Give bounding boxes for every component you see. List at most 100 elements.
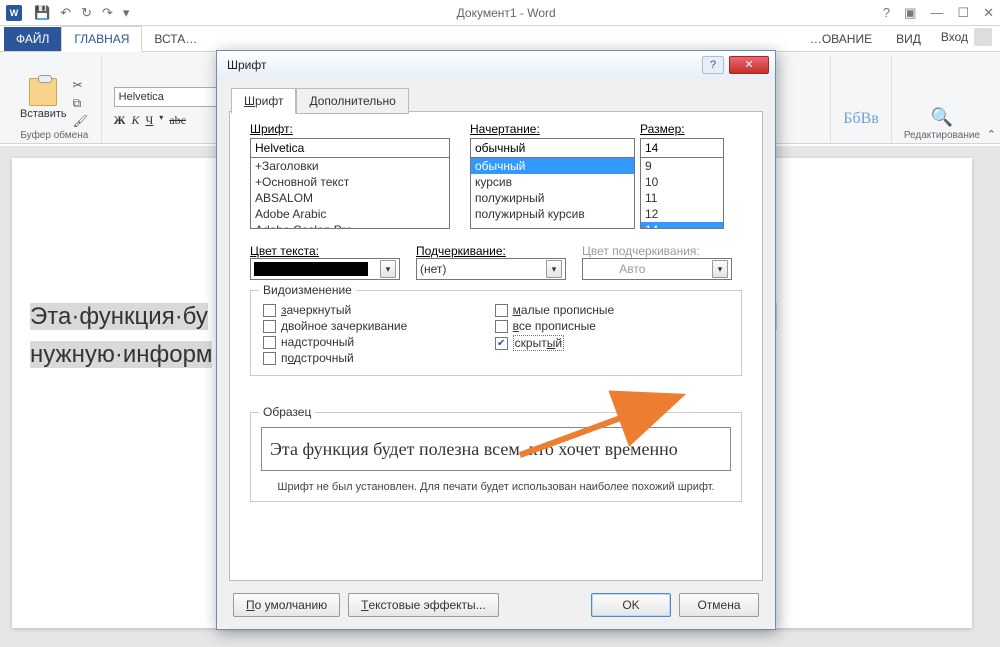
list-item[interactable]: полужирный курсив <box>471 206 634 222</box>
find-icon[interactable]: 🔍 <box>931 107 953 128</box>
label-style: Начертание: <box>470 122 635 136</box>
sample-preview: Эта функция будет полезна всем, кто хоче… <box>261 427 731 471</box>
list-item[interactable]: курсив <box>471 174 634 190</box>
underline-dropdown[interactable]: (нет) ▾ <box>416 258 566 280</box>
word-icon: W <box>6 5 22 21</box>
checkbox-strike[interactable]: зачеркнутый <box>263 303 491 317</box>
effects-legend: Видоизменение <box>259 283 356 297</box>
font-name-value: Helvetica <box>119 91 164 103</box>
tab-review[interactable]: …ОВАНИЕ <box>798 27 884 51</box>
checkbox-superscript[interactable]: надстрочный <box>263 335 491 349</box>
color-row: Цвет текста: ▾ Подчеркивание: (нет)▾ Цве… <box>250 244 742 280</box>
chevron-down-icon: ▾ <box>546 260 562 278</box>
strike-button[interactable]: abc <box>169 113 186 128</box>
minimize-icon[interactable]: — <box>930 5 943 21</box>
label-underline-color: Цвет подчеркивания: <box>582 244 732 258</box>
chevron-down-icon[interactable]: ▾ <box>159 113 163 128</box>
checkbox-double-strike[interactable]: двойное зачеркивание <box>263 319 491 333</box>
tab-advanced-page[interactable]: Дополнительно <box>296 88 408 114</box>
clipboard-icon <box>29 78 57 106</box>
checkbox-hidden[interactable]: ✔скрытый <box>495 335 723 351</box>
button-default[interactable]: По умолчанию <box>233 593 340 617</box>
tab-insert[interactable]: ВСТА… <box>142 27 209 51</box>
ribbon-tab-strip: ФАЙЛ ГЛАВНАЯ ВСТА… …ОВАНИЕ ВИД Вход <box>0 26 1000 52</box>
cut-icon[interactable]: ✂ <box>73 78 89 92</box>
tab-view[interactable]: ВИД <box>884 27 933 51</box>
style-list[interactable]: обычный курсив полужирный полужирный кур… <box>470 157 635 229</box>
save-icon[interactable]: 💾 <box>34 5 50 21</box>
paste-button[interactable]: Вставить <box>20 108 67 120</box>
checkbox-smallcaps[interactable]: малые прописные <box>495 303 723 317</box>
list-item[interactable]: 10 <box>641 174 723 190</box>
font-column: Шрифт: +Заголовки +Основной текст ABSALO… <box>250 122 450 229</box>
button-cancel[interactable]: Отмена <box>679 593 759 617</box>
list-item[interactable]: полужирный <box>471 190 634 206</box>
text-line-1a: Эта·функция·бу <box>30 303 208 330</box>
styles-gallery[interactable]: БбВв <box>843 110 879 128</box>
checkbox-allcaps[interactable]: все прописные <box>495 319 723 333</box>
button-ok[interactable]: OK <box>591 593 671 617</box>
style-input[interactable] <box>470 138 635 158</box>
dialog-tabs: Шрифт Дополнительно <box>231 87 775 113</box>
title-bar: W 💾 ↶ ↻ ↷ ▾ Документ1 - Word ? ▣ — ☐ ✕ <box>0 0 1000 26</box>
sample-legend: Образец <box>259 405 315 419</box>
color-dropdown[interactable]: ▾ <box>250 258 400 280</box>
copy-icon[interactable]: ⧉ <box>73 96 89 110</box>
user-icon <box>974 28 992 46</box>
dialog-help-button[interactable]: ? <box>702 56 724 74</box>
italic-button[interactable]: К <box>132 113 140 128</box>
tab-file[interactable]: ФАЙЛ <box>4 27 61 51</box>
maximize-icon[interactable]: ☐ <box>957 5 969 21</box>
window-controls: ? ▣ — ☐ ✕ <box>883 5 994 21</box>
list-item[interactable]: 11 <box>641 190 723 206</box>
list-item[interactable]: 12 <box>641 206 723 222</box>
text-line-2: нужную·информ <box>30 341 212 368</box>
dialog-title: Шрифт <box>227 58 702 72</box>
bold-button[interactable]: Ж <box>114 113 126 128</box>
quick-access-toolbar: 💾 ↶ ↻ ↷ ▾ <box>34 5 129 21</box>
list-item[interactable]: 14 <box>641 222 723 229</box>
button-text-effects[interactable]: Текстовые эффекты... <box>348 593 499 617</box>
color-swatch <box>254 262 368 276</box>
list-item[interactable]: 9 <box>641 158 723 174</box>
underline-button[interactable]: Ч <box>145 113 153 128</box>
size-list[interactable]: 9 10 11 12 14 <box>640 157 724 229</box>
list-item[interactable]: +Заголовки <box>251 158 449 174</box>
font-list[interactable]: +Заголовки +Основной текст ABSALOM Adobe… <box>250 157 450 229</box>
underline-color-value: Авто <box>619 262 645 276</box>
help-icon[interactable]: ? <box>883 5 890 21</box>
sample-group: Образец Эта функция будет полезна всем, … <box>250 412 742 502</box>
effects-group: Видоизменение зачеркнутый двойное зачерк… <box>250 290 742 376</box>
size-input[interactable] <box>640 138 724 158</box>
list-item[interactable]: Adobe Arabic <box>251 206 449 222</box>
checkbox-subscript[interactable]: подстрочный <box>263 351 491 365</box>
redo-icon[interactable]: ↷ <box>102 5 113 21</box>
list-item[interactable]: ABSALOM <box>251 190 449 206</box>
label-font: Шрифт: <box>250 122 450 136</box>
dialog-close-button[interactable]: ✕ <box>729 56 769 74</box>
label-underline: Подчеркивание: <box>416 244 566 258</box>
group-label-clipboard: Буфер обмена <box>20 130 88 141</box>
list-item[interactable]: обычный <box>471 158 634 174</box>
underline-color-dropdown: Авто▾ <box>582 258 732 280</box>
group-styles: БбВв <box>830 56 892 143</box>
sign-in[interactable]: Вход <box>933 23 1000 51</box>
repeat-icon[interactable]: ↻ <box>81 5 92 21</box>
sample-note: Шрифт не был установлен. Для печати буде… <box>261 481 731 493</box>
chevron-down-icon: ▾ <box>380 260 396 278</box>
group-label-editing: Редактирование <box>904 130 980 141</box>
ribbon-display-icon[interactable]: ▣ <box>904 5 916 21</box>
close-icon[interactable]: ✕ <box>983 5 994 21</box>
sign-in-label: Вход <box>941 30 968 44</box>
dialog-body: Шрифт: +Заголовки +Основной текст ABSALO… <box>229 111 763 581</box>
font-input[interactable] <box>250 138 450 158</box>
format-painter-icon[interactable]: 🖌 <box>73 114 89 128</box>
tab-font-page[interactable]: Шрифт <box>231 88 296 114</box>
dialog-titlebar[interactable]: Шрифт ? ✕ <box>217 51 775 79</box>
list-item[interactable]: +Основной текст <box>251 174 449 190</box>
ribbon-collapse-icon[interactable]: ⌃ <box>987 128 996 141</box>
list-item[interactable]: Adobe Caslon Pro <box>251 222 449 229</box>
underline-value: (нет) <box>420 262 446 276</box>
tab-home[interactable]: ГЛАВНАЯ <box>61 26 142 52</box>
undo-icon[interactable]: ↶ <box>60 5 71 21</box>
